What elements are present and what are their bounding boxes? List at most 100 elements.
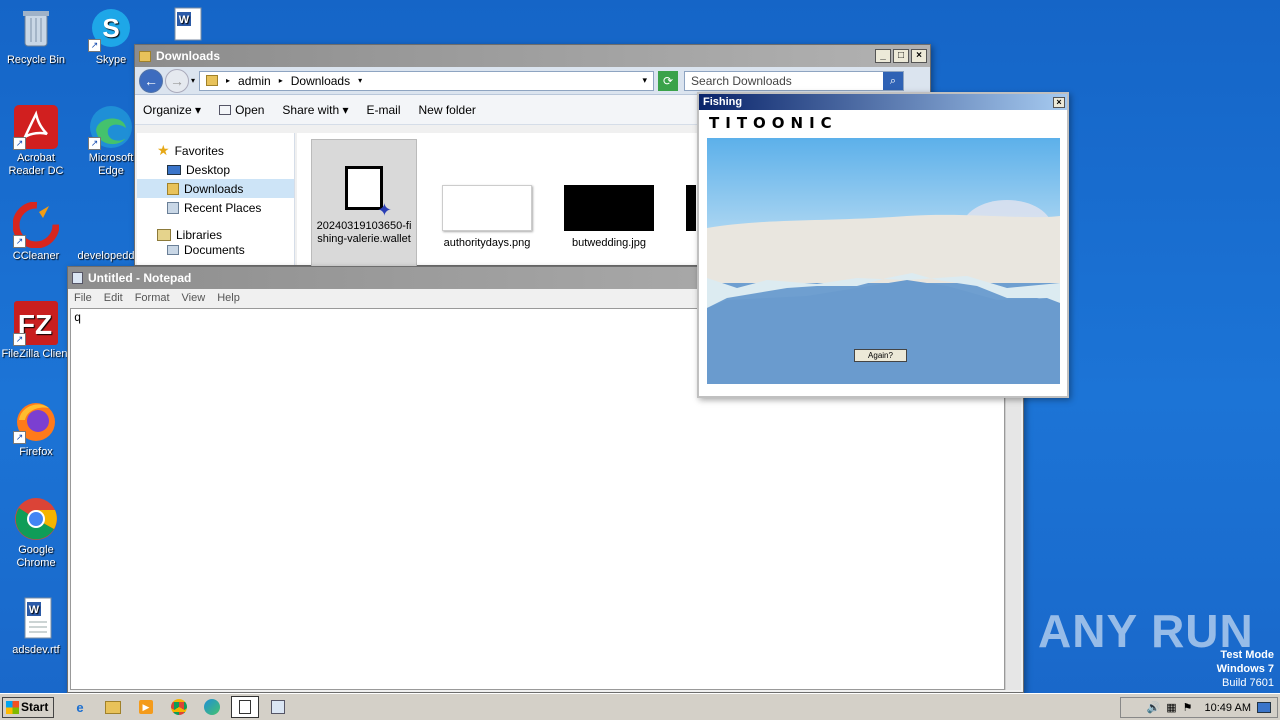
shortcut-arrow-icon: ↗ (13, 333, 26, 346)
minimize-button[interactable]: _ (875, 49, 891, 63)
fishing-titlebar[interactable]: Fishing × (699, 94, 1067, 110)
file-item-authoritydays[interactable]: authoritydays.png (437, 185, 537, 250)
recent-pages-dropdown[interactable]: ▾ (191, 76, 195, 85)
file-item-wallet[interactable]: ✦ 20240319103650-fi shing-valerie.wallet (311, 139, 417, 267)
nav-downloads[interactable]: Downloads (137, 179, 294, 198)
edge-icon: ↗ (88, 104, 134, 150)
chrome-icon[interactable] (165, 696, 193, 718)
fishing-app-icon[interactable] (264, 696, 292, 718)
close-button[interactable]: × (1053, 96, 1065, 108)
start-button[interactable]: Start (2, 696, 54, 718)
icon-label: Recycle Bin (6, 54, 66, 66)
shortcut-arrow-icon: ↗ (13, 137, 26, 150)
nav-favorites[interactable]: ★ Favorites (137, 141, 294, 160)
svg-text:W: W (179, 14, 190, 26)
gear-overlay-icon: ✦ (376, 200, 392, 220)
downloads-folder-icon (167, 182, 179, 195)
refresh-icon[interactable]: ⟳ (658, 70, 679, 91)
explorer-icon[interactable] (99, 696, 127, 718)
image-thumbnail[interactable] (686, 185, 696, 231)
edge-icon[interactable] (198, 696, 226, 718)
nav-recent-places[interactable]: Recent Places (137, 198, 294, 217)
address-bar: ← → ▾ ▸ admin ▸ Downloads ▾ ▾ ⟳ Search D… (135, 67, 930, 95)
open-button[interactable]: Open (219, 103, 264, 117)
recycle-bin-icon (13, 6, 59, 52)
forward-button[interactable]: → (165, 68, 189, 93)
desktop-icon-recycle-bin[interactable]: Recycle Bin (0, 6, 72, 67)
firefox-icon: ↗ (13, 398, 59, 444)
media-player-icon[interactable]: ▶ (132, 696, 160, 718)
shortcut-arrow-icon: ↗ (13, 431, 26, 444)
shortcut-arrow-icon: ↗ (88, 39, 101, 52)
network-icon[interactable]: ▦ (1166, 701, 1176, 714)
system-tray: 🔊 ▦ ⚑ 10:49 AM (1120, 697, 1278, 718)
organize-button[interactable]: Organize ▾ (143, 103, 201, 117)
notepad-icon[interactable] (231, 696, 259, 718)
nav-desktop[interactable]: Desktop (137, 160, 294, 179)
clock[interactable]: 10:49 AM (1205, 702, 1251, 714)
menu-help[interactable]: Help (217, 292, 240, 304)
desktop-icon-ccleaner[interactable]: ↗ CCleaner (0, 201, 72, 263)
icon-label: Acrobat Reader DC (8, 152, 64, 177)
fishing-window[interactable]: Fishing × TITOONIC Again? (697, 92, 1069, 398)
breadcrumb-admin[interactable]: admin (238, 74, 271, 88)
ccleaner-icon: ↗ (12, 201, 60, 249)
game-canvas[interactable]: Again? (707, 138, 1060, 384)
window-title: Fishing (703, 96, 743, 108)
menu-view[interactable]: View (182, 292, 206, 304)
menu-file[interactable]: File (74, 292, 92, 304)
documents-icon (167, 245, 179, 255)
game-logo: TITOONIC (709, 114, 838, 132)
icon-label: FileZilla Client (1, 348, 71, 360)
explorer-titlebar[interactable]: Downloads _ □ × (135, 45, 930, 67)
maximize-button[interactable]: □ (893, 49, 909, 63)
file-item-butwedding[interactable]: butwedding.jpg (559, 185, 659, 250)
nav-documents[interactable]: Documents (137, 244, 294, 256)
icon-label: developedd (77, 250, 135, 262)
shortcut-arrow-icon: ↗ (88, 137, 101, 150)
recent-places-icon (167, 201, 179, 214)
menu-format[interactable]: Format (135, 292, 170, 304)
share-with-button[interactable]: Share with ▾ (282, 103, 348, 117)
back-button[interactable]: ← (139, 68, 163, 93)
filezilla-icon: FZ ↗ (13, 300, 59, 346)
address-dropdown[interactable]: ▾ (642, 75, 647, 86)
search-input[interactable]: Search Downloads ⌕ (684, 70, 905, 91)
breadcrumb[interactable]: ▸ admin ▸ Downloads ▾ ▾ (199, 70, 655, 91)
close-button[interactable]: × (911, 49, 927, 63)
desktop-icon-adsdev[interactable]: W adsdev.rtf (0, 596, 72, 657)
open-icon (219, 104, 232, 115)
desktop-icon-chrome[interactable]: Google Chrome (0, 496, 72, 570)
image-thumbnail (564, 185, 654, 231)
windows-logo-icon (6, 700, 19, 714)
flag-icon[interactable]: ⚑ (1183, 701, 1193, 714)
show-desktop-icon[interactable] (1257, 702, 1271, 713)
acrobat-icon: ↗ (13, 104, 59, 150)
desktop-icon-acrobat[interactable]: ↗ Acrobat Reader DC (0, 104, 72, 178)
search-icon[interactable]: ⌕ (883, 71, 904, 90)
taskbar: Start e ▶ 🔊 ▦ ⚑ 10:49 AM (0, 693, 1280, 720)
icon-label: Skype (95, 54, 127, 66)
svg-text:W: W (29, 604, 40, 616)
menu-edit[interactable]: Edit (104, 292, 123, 304)
window-title: Downloads (156, 49, 221, 63)
desktop-icon-filezilla[interactable]: FZ ↗ FileZilla Client (0, 300, 72, 361)
again-button[interactable]: Again? (854, 349, 907, 362)
volume-icon[interactable]: 🔊 (1147, 701, 1161, 714)
breadcrumb-downloads[interactable]: Downloads (291, 74, 350, 88)
skype-icon: S ↗ (88, 6, 134, 52)
new-folder-button[interactable]: New folder (419, 103, 476, 117)
shortcut-arrow-icon: ↗ (13, 235, 26, 248)
nav-libraries[interactable]: Libraries (137, 225, 294, 244)
folder-icon (206, 75, 219, 86)
ie-icon[interactable]: e (66, 696, 94, 718)
desktop-icon-developedd[interactable]: developedd (70, 202, 142, 263)
icon-label: adsdev.rtf (12, 644, 60, 656)
desktop-icon (167, 164, 181, 175)
desktop-icon-firefox[interactable]: ↗ Firefox (0, 398, 72, 459)
star-icon: ★ (157, 142, 170, 158)
editor-content: q (74, 311, 82, 325)
icon-label: CCleaner (12, 250, 60, 262)
email-button[interactable]: E-mail (366, 103, 400, 117)
folder-icon (139, 50, 151, 62)
